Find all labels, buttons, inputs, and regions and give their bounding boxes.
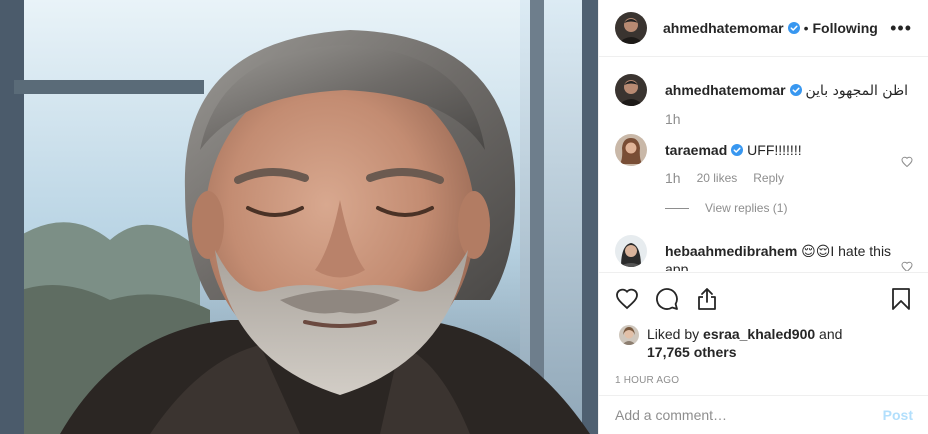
post-timestamp[interactable]: 1 HOUR AGO bbox=[615, 375, 913, 386]
post-comment-button[interactable]: Post bbox=[883, 407, 913, 423]
verified-badge-icon bbox=[731, 144, 744, 156]
action-bar bbox=[615, 273, 913, 325]
verified-badge-icon bbox=[787, 22, 800, 34]
comment-input[interactable] bbox=[615, 407, 883, 423]
commenter-avatar[interactable] bbox=[615, 134, 647, 166]
liked-by: Liked by esraa_khaled900 and 17,765 othe… bbox=[615, 325, 913, 361]
comment-username[interactable]: ahmedhatemomar bbox=[665, 82, 786, 98]
following-button[interactable]: Following bbox=[813, 20, 878, 36]
author-username[interactable]: ahmedhatemomar bbox=[663, 20, 784, 36]
heart-outline-icon[interactable] bbox=[615, 287, 639, 311]
comment-meta: 1h 20 likes Reply bbox=[665, 169, 913, 187]
comment-meta: 1h bbox=[665, 110, 913, 128]
like-comment-heart-icon[interactable] bbox=[901, 261, 913, 271]
comment-text: اظن المجهود باين bbox=[805, 83, 908, 99]
liker-avatar[interactable] bbox=[619, 325, 639, 345]
liker-username[interactable]: esraa_khaled900 bbox=[703, 326, 815, 342]
post-side-panel: ahmedhatemomar • Following ••• ahmedhate… bbox=[598, 0, 928, 434]
like-comment-heart-icon[interactable] bbox=[901, 156, 913, 168]
post-photo[interactable] bbox=[0, 0, 598, 434]
bookmark-icon[interactable] bbox=[889, 287, 913, 311]
verified-badge-icon bbox=[789, 84, 802, 96]
comment-username[interactable]: taraemad bbox=[665, 142, 727, 158]
share-icon[interactable] bbox=[695, 287, 719, 311]
comment-text: UFF!!!!!!! bbox=[747, 142, 802, 158]
more-options-icon[interactable]: ••• bbox=[890, 19, 912, 37]
comments-list[interactable]: ahmedhatemomar اظن المجهود باين 1h tarae… bbox=[599, 58, 928, 271]
comment-icon[interactable] bbox=[655, 287, 679, 311]
view-replies-label: View replies (1) bbox=[705, 201, 788, 215]
author-avatar[interactable] bbox=[615, 12, 647, 44]
comment-likes[interactable]: 20 likes bbox=[697, 169, 738, 187]
likes-count[interactable]: 17,765 others bbox=[647, 344, 737, 360]
caption-comment: ahmedhatemomar اظن المجهود باين 1h bbox=[615, 74, 913, 128]
add-comment-bar: Post bbox=[599, 395, 928, 434]
header-separator: • bbox=[803, 20, 809, 36]
comment-row: taraemad UFF!!!!!!! 1h 20 likes Reply bbox=[615, 134, 913, 187]
reply-button[interactable]: Reply bbox=[753, 169, 784, 187]
liked-by-prefix: Liked by bbox=[647, 326, 700, 342]
caption-avatar[interactable] bbox=[615, 74, 647, 106]
comment-time[interactable]: 1h bbox=[665, 110, 681, 128]
post-photo-image bbox=[0, 0, 598, 434]
liked-by-and: and bbox=[819, 326, 843, 342]
comment-time[interactable]: 1h bbox=[665, 169, 681, 187]
comment-row: hebaahmedibrahem 😌😌I hate this app bbox=[615, 235, 913, 271]
post-header: ahmedhatemomar • Following ••• bbox=[599, 0, 928, 57]
comment-username[interactable]: hebaahmedibrahem bbox=[665, 243, 797, 259]
replies-divider bbox=[665, 207, 689, 209]
post-actions-section: Liked by esraa_khaled900 and 17,765 othe… bbox=[599, 272, 928, 386]
commenter-avatar[interactable] bbox=[615, 235, 647, 267]
view-replies-button[interactable]: View replies (1) bbox=[665, 201, 913, 215]
